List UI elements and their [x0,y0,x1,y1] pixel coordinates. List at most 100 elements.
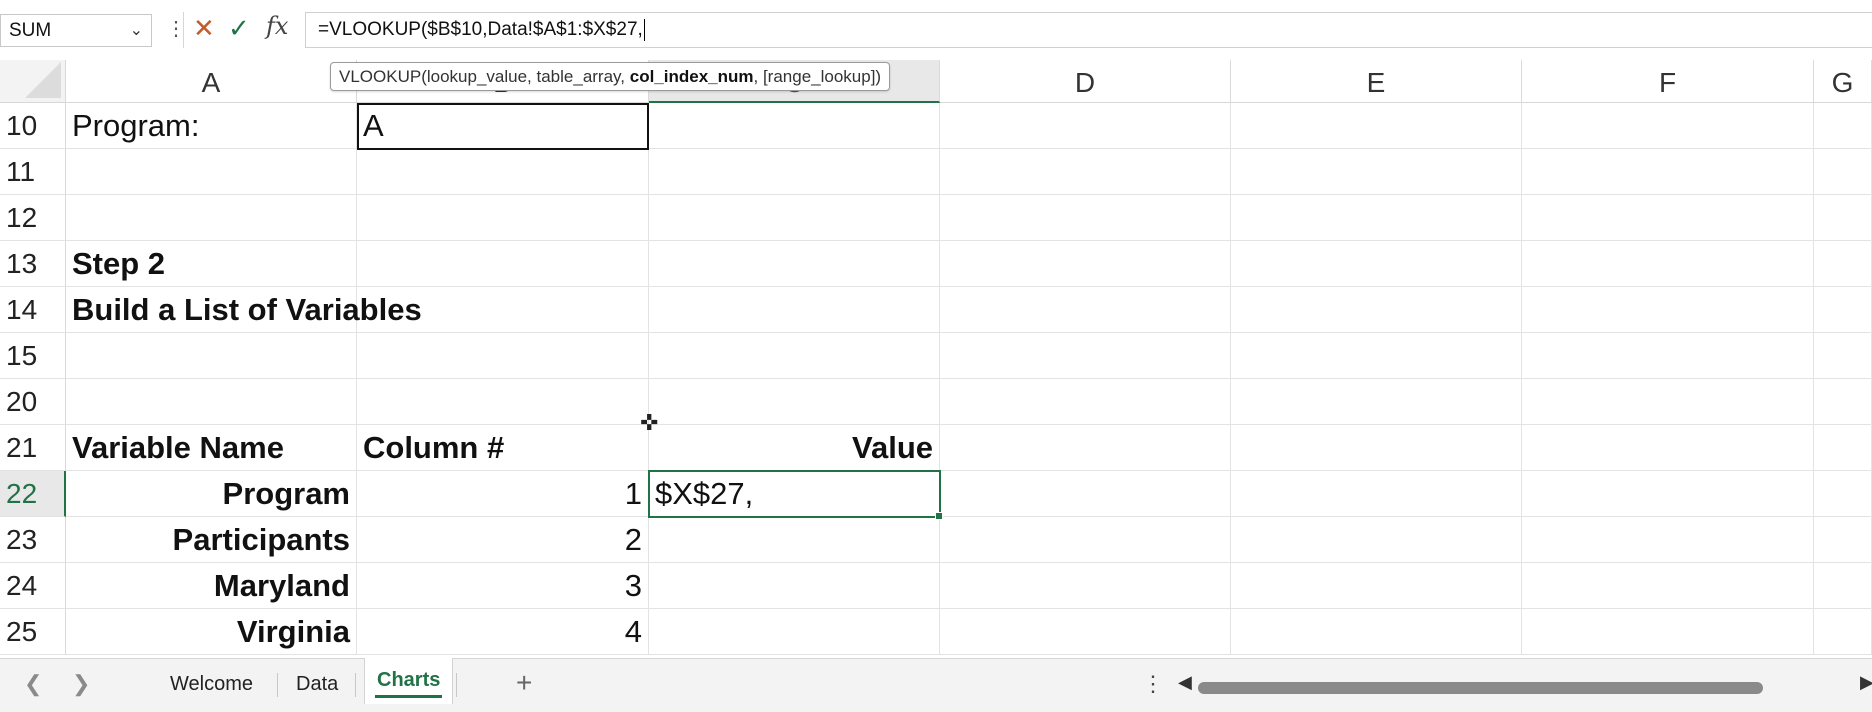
cell-a13[interactable]: Step 2 [66,241,357,287]
grid-cell[interactable] [1522,471,1814,517]
grid-cell[interactable] [940,609,1231,655]
cell-b10[interactable]: A [357,103,649,149]
grid-cell[interactable] [940,517,1231,563]
grid-cell[interactable] [1231,241,1522,287]
grid-cell[interactable] [1231,563,1522,609]
spreadsheet-grid[interactable]: A B C D E F G 10 11 12 13 14 15 20 21 22… [0,60,1872,658]
tooltip-arg-col-index-num[interactable]: col_index_num [630,67,754,86]
grid-cell[interactable] [649,195,940,241]
grid-cell[interactable] [649,287,940,333]
grid-cell[interactable] [357,379,649,425]
grid-cell[interactable] [649,517,940,563]
grid-cell[interactable] [1231,471,1522,517]
cell-b24[interactable]: 3 [357,563,649,609]
grid-cell[interactable] [66,149,357,195]
grid-cell[interactable] [1522,379,1814,425]
grid-cell[interactable] [1231,103,1522,149]
row-header-24[interactable]: 24 [0,563,66,609]
grid-cell[interactable] [1814,517,1872,563]
sheet-tab-welcome[interactable]: Welcome [170,659,253,709]
enter-check-icon[interactable]: ✓ [228,13,250,44]
cell-a23[interactable]: Participants [66,517,357,563]
grid-cell[interactable] [1231,149,1522,195]
grid-cell[interactable] [357,195,649,241]
grid-cell[interactable] [940,103,1231,149]
insert-function-icon[interactable]: fx [266,12,288,40]
grid-cell[interactable] [1814,425,1872,471]
scroll-right-icon[interactable]: ▶ [1860,672,1872,693]
grid-cell[interactable] [66,333,357,379]
grid-cell[interactable] [1231,609,1522,655]
grid-cell[interactable] [357,333,649,379]
grid-cell[interactable] [1231,333,1522,379]
tooltip-arg-lookup-value[interactable]: lookup_value, [427,67,537,86]
grid-cell[interactable] [1814,379,1872,425]
grid-cell[interactable] [649,333,940,379]
grid-cell[interactable] [940,471,1231,517]
grid-cell[interactable] [1522,241,1814,287]
cell-a10[interactable]: Program: [66,103,357,149]
grid-cell[interactable] [1231,425,1522,471]
cell-a14[interactable]: Build a List of Variables [66,287,422,333]
grid-cell[interactable] [1814,241,1872,287]
grid-cell[interactable] [1522,149,1814,195]
cell-b23[interactable]: 2 [357,517,649,563]
grid-cell[interactable] [1814,149,1872,195]
cell-a22[interactable]: Program [66,471,357,517]
name-box[interactable]: SUM ⌄ [0,14,152,47]
grid-cell[interactable] [1814,563,1872,609]
row-header-23[interactable]: 23 [0,517,66,563]
grid-cell[interactable] [1522,195,1814,241]
row-header-10[interactable]: 10 [0,103,66,149]
cancel-icon[interactable]: ✕ [193,13,215,44]
grid-cell[interactable] [1814,471,1872,517]
grid-cell[interactable] [649,563,940,609]
cell-a24[interactable]: Maryland [66,563,357,609]
row-header-20[interactable]: 20 [0,379,66,425]
grid-cell[interactable] [649,103,940,149]
more-options-icon[interactable]: ⋮ [1142,671,1164,697]
grid-cell[interactable] [940,195,1231,241]
grid-cell[interactable] [1522,425,1814,471]
row-header-21[interactable]: 21 [0,425,66,471]
row-header-14[interactable]: 14 [0,287,66,333]
grid-cell[interactable] [649,241,940,287]
next-sheet-icon[interactable]: ❯ [72,671,90,697]
column-header-d[interactable]: D [940,60,1231,103]
cell-b22[interactable]: 1 [357,471,649,517]
row-header-25[interactable]: 25 [0,609,66,655]
formula-input[interactable]: =VLOOKUP($B$10,Data!$A$1:$X$27, [305,12,1872,48]
horizontal-scrollbar[interactable] [1196,682,1860,694]
grid-cell[interactable] [1814,195,1872,241]
add-sheet-icon[interactable]: + [516,667,532,699]
grid-cell[interactable] [66,379,357,425]
tooltip-arg-range-lookup[interactable]: , [range_lookup]) [754,67,882,86]
cell-a21[interactable]: Variable Name [66,425,357,471]
grid-cell[interactable] [1231,379,1522,425]
grid-cell[interactable] [649,379,940,425]
grid-cell[interactable] [357,149,649,195]
sheet-tab-charts[interactable]: Charts [364,658,454,704]
grid-cell[interactable] [1814,103,1872,149]
row-header-13[interactable]: 13 [0,241,66,287]
grid-cell[interactable] [1814,609,1872,655]
grid-cell[interactable] [940,149,1231,195]
grid-cell[interactable] [357,241,649,287]
grid-cell[interactable] [1522,609,1814,655]
cell-b21[interactable]: Column # [357,425,649,471]
function-argument-tooltip[interactable]: VLOOKUP(lookup_value, table_array, col_i… [330,62,891,91]
grid-cell[interactable] [940,287,1231,333]
column-header-e[interactable]: E [1231,60,1522,103]
column-header-f[interactable]: F [1522,60,1814,103]
grid-cell[interactable] [1231,517,1522,563]
row-header-15[interactable]: 15 [0,333,66,379]
tooltip-arg-table-array[interactable]: table_array, [537,67,630,86]
grid-cell[interactable] [1814,333,1872,379]
cell-a25[interactable]: Virginia [66,609,357,655]
grid-cell[interactable] [940,241,1231,287]
cell-c22-editing[interactable]: $X$27, [649,471,940,517]
cell-b25[interactable]: 4 [357,609,649,655]
grid-cell[interactable] [649,149,940,195]
horizontal-scrollbar-thumb[interactable] [1198,682,1763,694]
grid-cell[interactable] [649,609,940,655]
